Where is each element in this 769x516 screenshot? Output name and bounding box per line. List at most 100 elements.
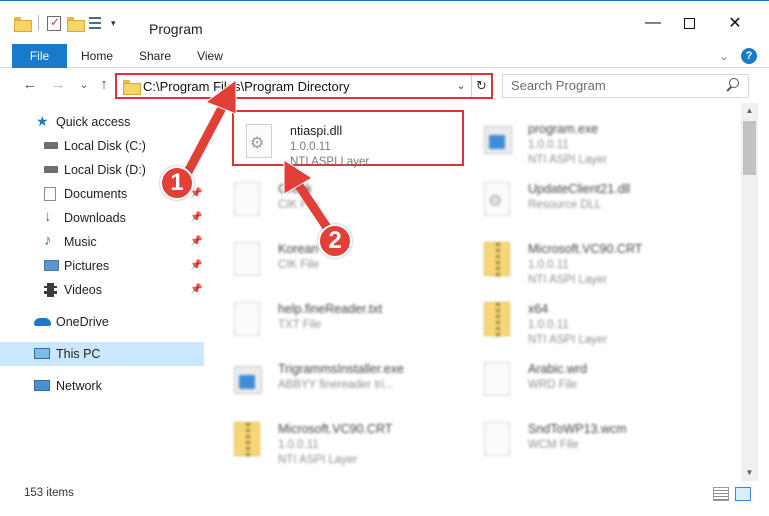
exe-icon: [484, 122, 514, 160]
address-dropdown-icon[interactable]: ⌄: [452, 77, 470, 95]
sidebar-item-local-disk-c[interactable]: Local Disk (C:): [0, 134, 204, 158]
chevron-down-icon[interactable]: ▾: [111, 18, 116, 29]
star-icon: ★: [36, 113, 49, 129]
document-icon: [234, 302, 264, 340]
sidebar-item-label: Network: [56, 379, 102, 393]
tab-file[interactable]: File: [12, 44, 67, 68]
sidebar-item-quick-access[interactable]: ★ Quick access: [0, 110, 204, 134]
drive-icon: [44, 142, 58, 149]
file-type: NTI ASPI Layer: [278, 454, 358, 466]
file-item[interactable]: UpdateClient21.dll Resource DLL: [472, 170, 704, 226]
properties-icon[interactable]: [47, 15, 61, 31]
file-item[interactable]: Microsoft.VC90.CRT 1.0.0.11 NTI ASPI Lay…: [222, 410, 454, 466]
file-item[interactable]: TrigrammsInstaller.exe ABBYY finereader …: [222, 350, 454, 406]
file-item[interactable]: help.fineReader.txt TXT File: [222, 290, 454, 346]
address-bar[interactable]: C:\Program Files\Program Directory ⌄ ↻: [115, 73, 493, 99]
refresh-button[interactable]: ↻: [471, 75, 491, 97]
folder-icon: [123, 80, 141, 95]
sidebar-item-music[interactable]: ♪ Music 📌: [0, 230, 204, 254]
document-icon: [484, 362, 514, 400]
file-type: NTI ASPI Layer: [290, 156, 370, 168]
exe-icon: [234, 362, 264, 400]
ribbon-tabs: File Home Share View ⌄ ?: [0, 44, 769, 68]
file-type: Resource DLL: [528, 199, 602, 211]
sidebar-item-network[interactable]: Network: [0, 374, 204, 398]
zip-folder-icon: [234, 422, 264, 460]
sidebar-item-videos[interactable]: Videos 📌: [0, 278, 204, 302]
file-item[interactable]: x64 1.0.0.11 NTI ASPI Layer: [472, 290, 704, 346]
recent-locations-button[interactable]: ⌄: [74, 75, 94, 95]
callout-badge-1: 1: [160, 166, 194, 200]
file-name: help.fineReader.txt: [278, 302, 383, 316]
file-name: Microsoft.VC90.CRT: [278, 422, 393, 436]
zip-folder-icon: [484, 242, 514, 280]
tab-view[interactable]: View: [188, 44, 232, 68]
help-icon[interactable]: ?: [741, 48, 757, 64]
file-version: 1.0.0.11: [290, 141, 331, 153]
document-icon: [234, 242, 264, 280]
file-name: SndToWP13.wcm: [528, 422, 627, 436]
scroll-down-icon[interactable]: ▼: [741, 465, 758, 481]
sidebar-item-label: Documents: [64, 187, 128, 201]
pin-icon[interactable]: 📌: [190, 237, 202, 247]
pin-icon[interactable]: 📌: [190, 285, 202, 295]
file-type: TXT File: [278, 319, 322, 331]
file-version: 1.0.0.11: [528, 259, 569, 271]
quick-access-toolbar: ▾: [14, 15, 116, 32]
back-button[interactable]: ←: [20, 75, 40, 95]
address-path[interactable]: C:\Program Files\Program Directory: [143, 79, 350, 94]
expand-ribbon-icon[interactable]: ⌄: [719, 49, 729, 63]
sidebar-item-label: Local Disk (C:): [64, 139, 146, 153]
file-name: Korean: [278, 242, 319, 256]
folder-icon[interactable]: [14, 16, 32, 32]
file-version: 1.0.0.11: [528, 319, 569, 331]
window-title: Program: [149, 21, 203, 37]
music-icon: ♪: [44, 232, 52, 249]
title-bar: ▾ Program — ✕: [0, 0, 769, 40]
search-box[interactable]: [502, 74, 749, 98]
document-icon: [234, 182, 264, 220]
ribbon-controls: ⌄ ?: [719, 48, 757, 64]
close-button[interactable]: ✕: [712, 9, 758, 37]
tab-share[interactable]: Share: [132, 44, 178, 68]
cloud-icon: [34, 318, 51, 326]
customize-toolbar-icon[interactable]: [89, 16, 105, 30]
tab-home[interactable]: Home: [74, 44, 120, 68]
search-input[interactable]: [511, 78, 721, 93]
sidebar-item-pictures[interactable]: Pictures 📌: [0, 254, 204, 278]
file-item-ntiaspi-dll[interactable]: ntiaspi.dll 1.0.0.11 NTI ASPI Layer: [232, 110, 464, 168]
sidebar-item-label: Downloads: [64, 211, 126, 225]
maximize-button[interactable]: [666, 9, 712, 37]
file-item[interactable]: Arabic.wrd WRD File: [472, 350, 704, 406]
file-item[interactable]: SndToWP13.wcm WCM File: [472, 410, 704, 466]
file-item[interactable]: program.exe 1.0.0.11 NTI ASPI Layer: [472, 110, 704, 166]
new-folder-icon[interactable]: [67, 16, 85, 32]
pin-icon[interactable]: 📌: [190, 213, 202, 223]
scrollbar-thumb[interactable]: [743, 121, 756, 175]
pin-icon[interactable]: 📌: [190, 261, 202, 271]
file-type: CIK File: [278, 199, 319, 211]
scroll-up-icon[interactable]: ▲: [741, 103, 758, 119]
large-icons-view-icon[interactable]: [735, 487, 751, 501]
file-type: NTI ASPI Layer: [528, 334, 608, 346]
details-view-icon[interactable]: [713, 487, 729, 501]
dll-gear-icon: [484, 182, 514, 220]
file-name: Arabic.wrd: [528, 362, 588, 376]
file-item[interactable]: Microsoft.VC90.CRT 1.0.0.11 NTI ASPI Lay…: [472, 230, 704, 286]
file-name: Microsoft.VC90.CRT: [528, 242, 643, 256]
sidebar-item-onedrive[interactable]: OneDrive: [0, 310, 204, 334]
sidebar-item-this-pc[interactable]: This PC: [0, 342, 204, 366]
network-icon: [34, 380, 50, 391]
sidebar-item-label: Local Disk (D:): [64, 163, 146, 177]
file-item[interactable]: Greek CIK File: [222, 170, 454, 226]
up-button[interactable]: ↑: [94, 75, 114, 95]
sidebar-item-label: This PC: [56, 347, 101, 361]
sidebar-item-downloads[interactable]: ↓ Downloads 📌: [0, 206, 204, 230]
file-version: 1.0.0.11: [528, 139, 569, 151]
search-icon[interactable]: [725, 78, 739, 92]
sidebar-item-label: Music: [64, 235, 97, 249]
download-icon: ↓: [44, 208, 52, 225]
file-name: x64: [528, 302, 549, 316]
vertical-scrollbar[interactable]: ▲ ▼: [741, 103, 758, 481]
forward-button[interactable]: →: [48, 75, 68, 95]
